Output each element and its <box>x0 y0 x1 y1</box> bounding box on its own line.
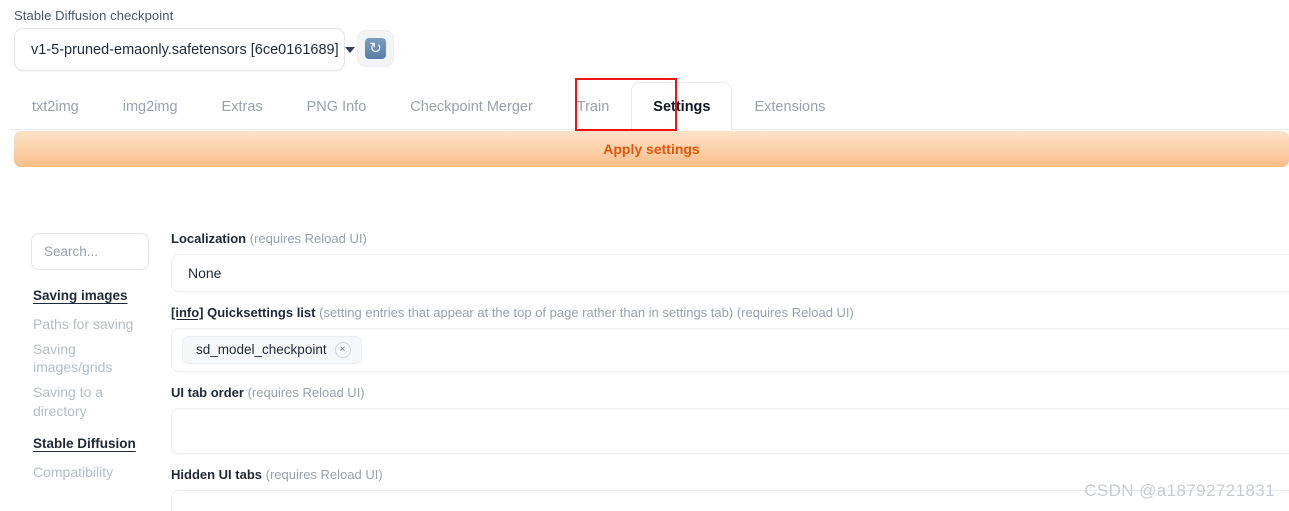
sidebar-group-stable-diffusion[interactable]: Stable Diffusion <box>33 436 153 453</box>
checkpoint-label: Stable Diffusion checkpoint <box>14 8 174 23</box>
setting-field: [info] Quicksettings list (setting entri… <box>171 305 1289 372</box>
tab-train[interactable]: Train <box>555 82 632 130</box>
sidebar-group-saving-images[interactable]: Saving images <box>33 288 153 305</box>
search-input[interactable]: Search... <box>31 233 149 270</box>
token-pill[interactable]: sd_model_checkpoint × <box>182 335 362 364</box>
tab-extras[interactable]: Extras <box>200 82 285 130</box>
setting-field: Localization (requires Reload UI) None <box>171 231 1289 292</box>
checkpoint-row: v1-5-pruned-emaonly.safetensors [6ce0161… <box>14 28 355 71</box>
refresh-checkpoints-button[interactable]: ↻ <box>357 30 394 67</box>
setting-label: Localization (requires Reload UI) <box>171 231 1289 248</box>
setting-label: [info] Quicksettings list (setting entri… <box>171 305 1289 322</box>
setting-label: UI tab order (requires Reload UI) <box>171 385 1289 402</box>
search-placeholder: Search... <box>44 244 99 259</box>
tab-img2img[interactable]: img2img <box>101 82 200 130</box>
checkpoint-value: v1-5-pruned-emaonly.safetensors [6ce0161… <box>31 41 339 58</box>
close-icon[interactable]: × <box>334 341 351 358</box>
tab-checkpoint-merger[interactable]: Checkpoint Merger <box>388 82 555 130</box>
tab-txt2img[interactable]: txt2img <box>10 82 101 130</box>
refresh-icon: ↻ <box>365 38 386 59</box>
setting-name: Quicksettings list <box>207 304 316 320</box>
checkpoint-dropdown[interactable]: v1-5-pruned-emaonly.safetensors [6ce0161… <box>14 28 355 71</box>
setting-hint: (requires Reload UI) <box>265 466 383 482</box>
setting-name: UI tab order <box>171 384 244 400</box>
token-label: sd_model_checkpoint <box>196 342 327 358</box>
settings-sidebar: Search... Saving images Paths for saving S… <box>31 233 153 488</box>
apply-settings-button[interactable]: Apply settings <box>14 131 1289 167</box>
tab-bar: txt2img img2img Extras PNG Info Checkpoint M… <box>0 82 1289 131</box>
watermark: CSDN @a18792721831 <box>1084 481 1275 500</box>
sidebar-item-compatibility[interactable]: Compatibility <box>33 463 153 481</box>
setting-token-input[interactable]: sd_model_checkpoint × <box>171 327 1289 372</box>
settings-panel: Localization (requires Reload UI) None [in… <box>171 231 1289 511</box>
sidebar-group-list: Saving images Paths for saving Saving imag… <box>31 288 153 481</box>
setting-hint: (setting entries that appear at the top … <box>319 304 854 320</box>
sidebar-item-saving-to-a-directory[interactable]: Saving to a directory <box>33 383 153 419</box>
sidebar-item-saving-images-grids[interactable]: Saving images/grids <box>33 340 153 376</box>
tab-settings[interactable]: Settings <box>631 82 733 131</box>
setting-textbox[interactable] <box>171 407 1289 454</box>
tab-extensions[interactable]: Extensions <box>732 82 847 130</box>
tab-png-info[interactable]: PNG Info <box>285 82 389 130</box>
setting-select[interactable]: None <box>171 253 1289 292</box>
setting-name: Hidden UI tabs <box>171 466 263 482</box>
app-root: Stable Diffusion checkpoint v1-5-pruned-… <box>0 0 1289 511</box>
setting-field: UI tab order (requires Reload UI) <box>171 385 1289 454</box>
setting-name: Localization <box>171 231 247 246</box>
tab-list: txt2img img2img Extras PNG Info Checkpoint M… <box>10 82 847 131</box>
info-link[interactable]: [info] <box>171 305 203 320</box>
setting-hint: (requires Reload UI) <box>247 384 365 400</box>
apply-settings-label: Apply settings <box>603 141 700 157</box>
setting-hint: (requires Reload UI) <box>249 231 367 246</box>
sidebar-item-paths-for-saving[interactable]: Paths for saving <box>33 315 153 333</box>
chevron-down-icon <box>344 46 355 53</box>
